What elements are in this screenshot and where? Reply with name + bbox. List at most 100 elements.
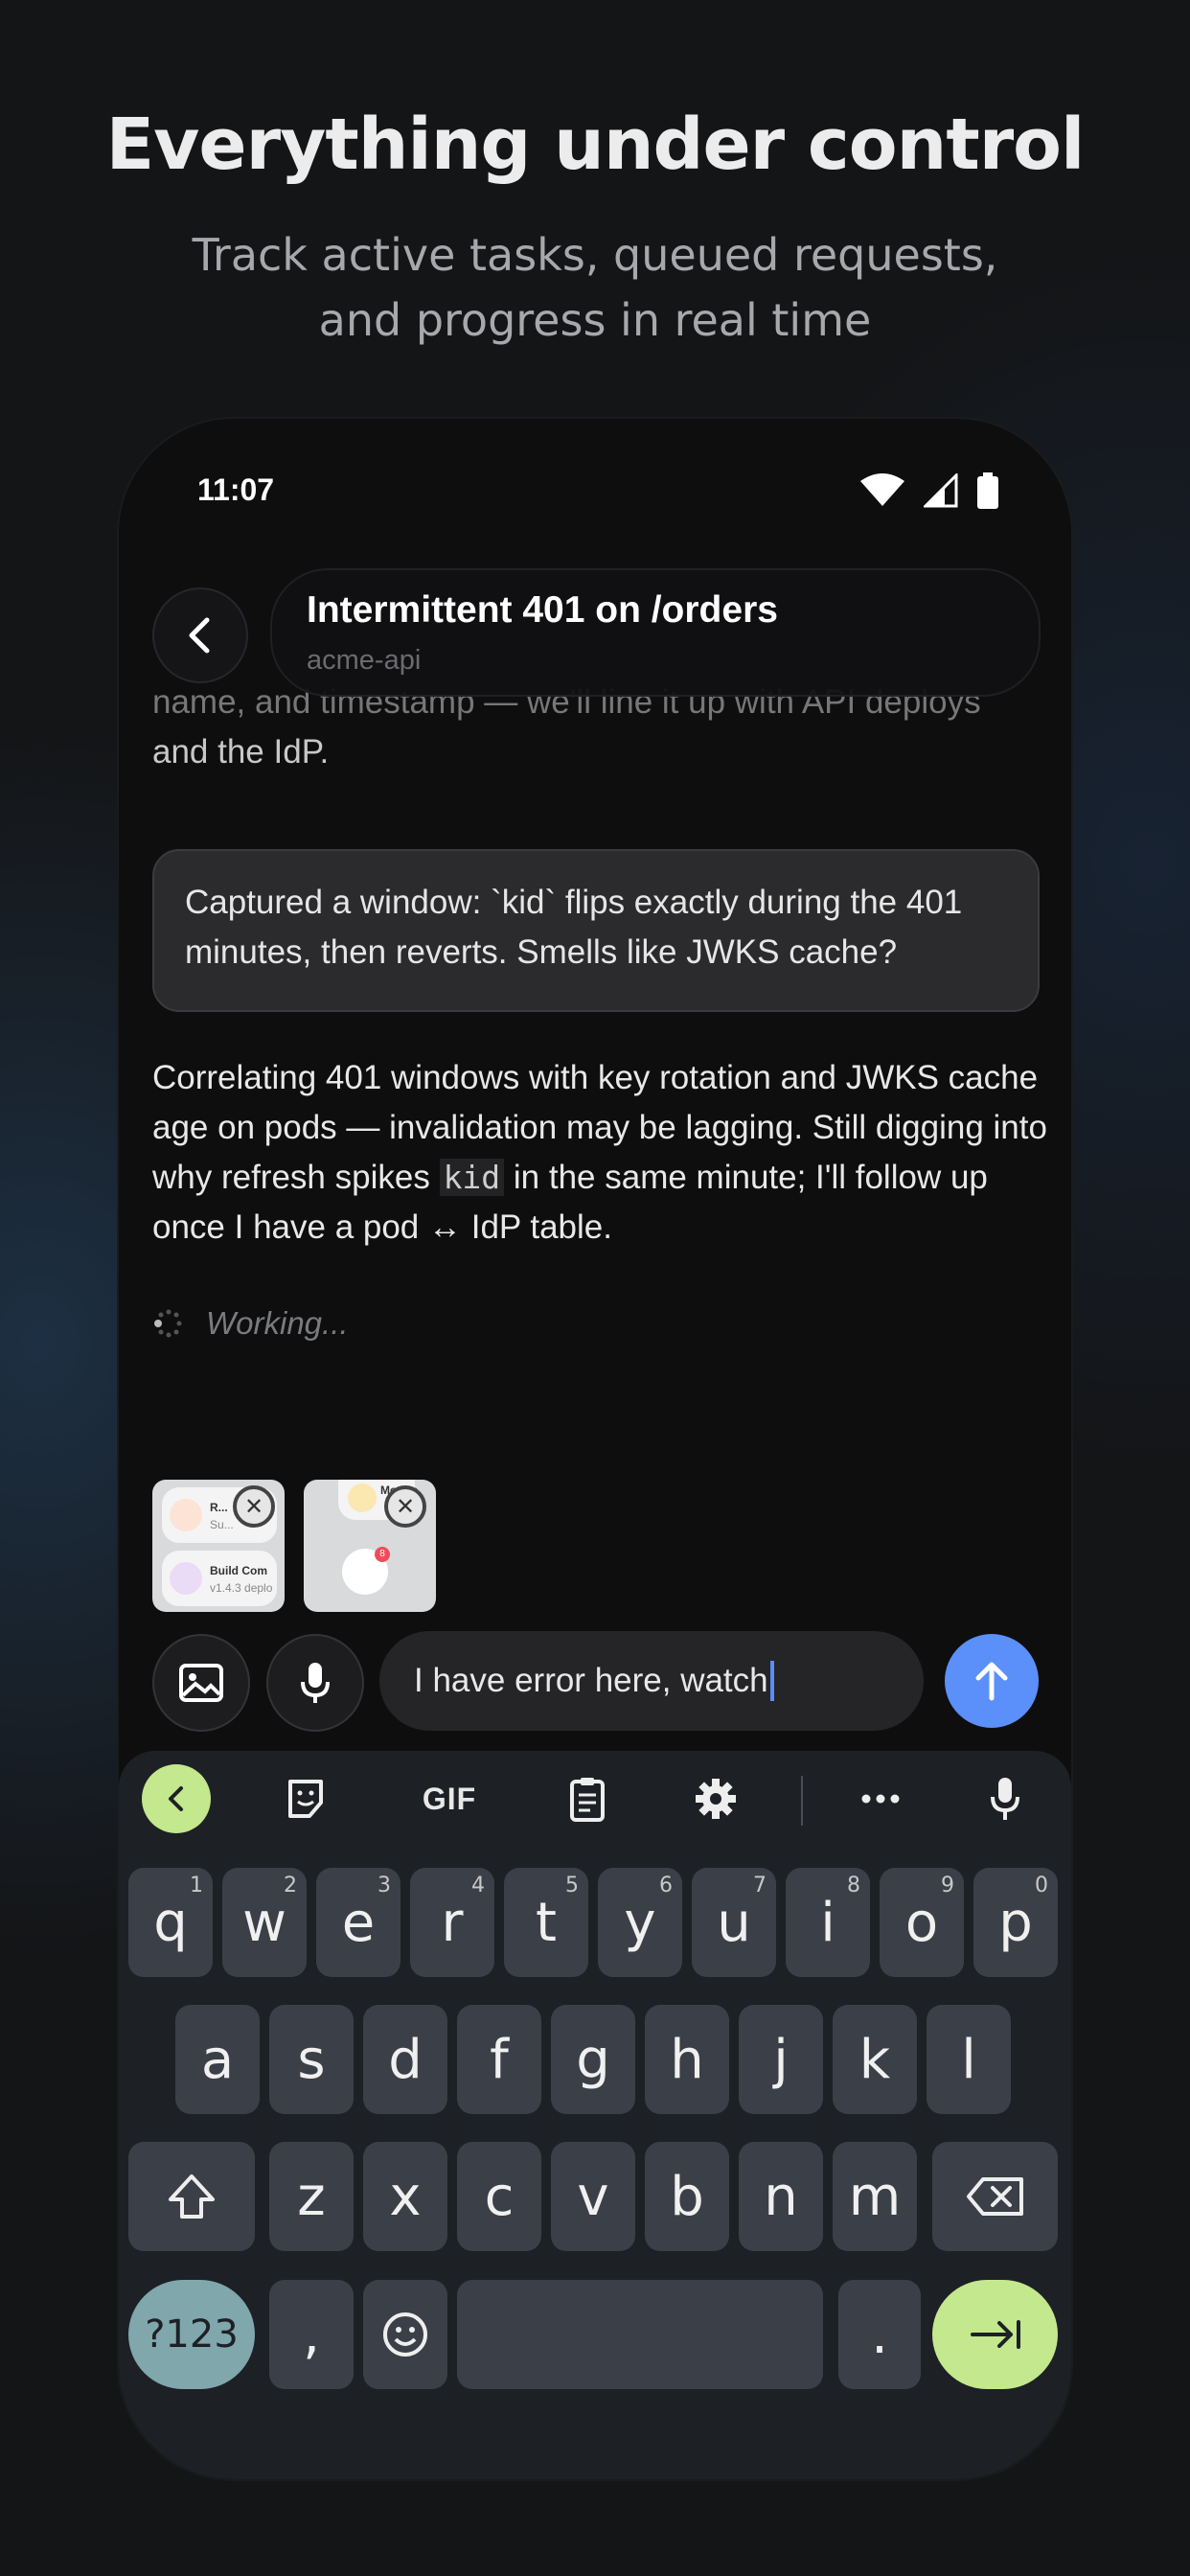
working-label: Working... bbox=[206, 1305, 349, 1341]
signal-icon bbox=[924, 473, 958, 508]
key[interactable]: l bbox=[927, 2005, 1011, 2114]
key[interactable]: z bbox=[269, 2142, 354, 2251]
gear-icon bbox=[696, 1779, 736, 1819]
key[interactable]: t5 bbox=[504, 1868, 588, 1977]
key[interactable]: y6 bbox=[598, 1868, 682, 1977]
key[interactable]: e3 bbox=[316, 1868, 400, 1977]
keyboard-voice-button[interactable] bbox=[972, 1770, 1039, 1828]
key-icon bbox=[348, 1484, 377, 1512]
settings-button[interactable] bbox=[682, 1770, 749, 1828]
keyboard-toolbar: GIF bbox=[119, 1751, 1071, 1847]
voice-input-button[interactable] bbox=[266, 1634, 364, 1732]
composer: I have error here, watch bbox=[119, 1631, 1071, 1736]
inline-code: kid bbox=[439, 1159, 505, 1196]
key[interactable]: c bbox=[457, 2142, 541, 2251]
key-label: u bbox=[717, 1891, 751, 1954]
key[interactable]: g bbox=[551, 2005, 635, 2114]
sticker-icon bbox=[288, 1780, 323, 1818]
conversation-title: Intermittent 401 on /orders bbox=[307, 589, 778, 631]
space-key[interactable] bbox=[457, 2280, 823, 2389]
promo-headline: Everything under control bbox=[105, 104, 1086, 186]
message-input[interactable]: I have error here, watch bbox=[379, 1631, 924, 1731]
user-message-bubble: Captured a window: `kid` flips exactly d… bbox=[152, 849, 1040, 1012]
thumbnail-card-sub: Su... bbox=[210, 1518, 234, 1531]
key[interactable]: x bbox=[363, 2142, 447, 2251]
remove-attachment-button[interactable]: ✕ bbox=[384, 1485, 426, 1528]
key-hint: 7 bbox=[753, 1874, 767, 1898]
key-label: t bbox=[536, 1891, 557, 1954]
attach-image-button[interactable] bbox=[152, 1634, 250, 1732]
working-indicator: Working... bbox=[152, 1305, 349, 1342]
key[interactable]: n bbox=[739, 2142, 823, 2251]
emoji-key[interactable] bbox=[363, 2280, 447, 2389]
shift-icon bbox=[169, 2174, 215, 2219]
key[interactable]: f bbox=[457, 2005, 541, 2114]
key-hint: 1 bbox=[190, 1874, 203, 1898]
key[interactable]: s bbox=[269, 2005, 354, 2114]
key[interactable]: i8 bbox=[786, 1868, 870, 1977]
key[interactable]: d bbox=[363, 2005, 447, 2114]
attachment-thumbnail[interactable]: R... Su... Build Com v1.4.3 deplo ✕ bbox=[152, 1480, 285, 1612]
backspace-icon bbox=[966, 2177, 1023, 2216]
conversation-header[interactable]: Intermittent 401 on /orders acme-api bbox=[270, 568, 1041, 697]
key-hint: 0 bbox=[1035, 1874, 1048, 1898]
more-options-button[interactable] bbox=[847, 1770, 914, 1828]
back-button[interactable] bbox=[152, 587, 248, 683]
previous-message-line: and the IdP. bbox=[152, 733, 330, 770]
bell-icon: 8 bbox=[342, 1547, 390, 1595]
symbols-key[interactable]: ?123 bbox=[128, 2280, 255, 2389]
more-horizontal-icon bbox=[861, 1794, 900, 1804]
shift-key[interactable] bbox=[128, 2142, 255, 2251]
key[interactable]: a bbox=[175, 2005, 260, 2114]
clipboard-button[interactable] bbox=[554, 1770, 621, 1828]
subhead-line-2: and progress in real time bbox=[318, 294, 872, 346]
comma-key[interactable]: , bbox=[269, 2280, 354, 2389]
attachment-thumbnail[interactable]: Monito 8 ✕ bbox=[304, 1480, 436, 1612]
chevron-left-icon bbox=[189, 617, 210, 654]
key[interactable]: q1 bbox=[128, 1868, 213, 1977]
keyboard-collapse-button[interactable] bbox=[142, 1764, 211, 1833]
key-hint: 3 bbox=[378, 1874, 391, 1898]
key[interactable]: j bbox=[739, 2005, 823, 2114]
enter-key[interactable] bbox=[932, 2280, 1058, 2389]
backspace-key[interactable] bbox=[932, 2142, 1058, 2251]
key[interactable]: k bbox=[833, 2005, 917, 2114]
subhead-line-1: Track active tasks, queued requests, bbox=[192, 229, 998, 281]
key-label: e bbox=[341, 1891, 376, 1954]
spinner-icon bbox=[154, 1309, 182, 1338]
status-time: 11:07 bbox=[197, 472, 275, 507]
arrow-up-icon bbox=[975, 1662, 1008, 1701]
thumbnail-card-title: R... bbox=[210, 1501, 228, 1514]
thumbnail-card-sub: v1.4.3 deplo bbox=[210, 1581, 273, 1595]
key[interactable]: w2 bbox=[222, 1868, 307, 1977]
battery-icon bbox=[977, 472, 998, 509]
key-hint: 5 bbox=[565, 1874, 579, 1898]
microphone-icon bbox=[301, 1663, 330, 1703]
key-label: y bbox=[624, 1891, 656, 1954]
clipboard-icon bbox=[570, 1778, 605, 1822]
key[interactable]: h bbox=[645, 2005, 729, 2114]
keyboard: GIF q 1 w 2 e 3 r 4 t 5 y 6 u 7 i 8 o 9 … bbox=[119, 1751, 1071, 2479]
key-label: p bbox=[998, 1891, 1033, 1954]
key-label: i bbox=[820, 1891, 835, 1954]
image-icon bbox=[179, 1664, 223, 1702]
phone-frame: 11:07 name, and timestamp — we'll line i… bbox=[119, 419, 1071, 2479]
period-key[interactable]: . bbox=[838, 2280, 921, 2389]
send-button[interactable] bbox=[945, 1634, 1039, 1728]
key[interactable]: v bbox=[551, 2142, 635, 2251]
thumbnail-card-title: Build Com bbox=[210, 1564, 267, 1577]
remove-attachment-button[interactable]: ✕ bbox=[233, 1485, 275, 1528]
gif-button[interactable]: GIF bbox=[406, 1770, 492, 1828]
key[interactable]: p0 bbox=[973, 1868, 1058, 1977]
key[interactable]: m bbox=[833, 2142, 917, 2251]
thumbnail-card: Build Com v1.4.3 deplo bbox=[162, 1551, 277, 1606]
sticker-button[interactable] bbox=[272, 1770, 339, 1828]
key-label: r bbox=[441, 1891, 464, 1954]
key[interactable]: r4 bbox=[410, 1868, 494, 1977]
promo-subhead: Track active tasks, queued requests, and… bbox=[164, 222, 1026, 353]
status-icons bbox=[860, 472, 998, 509]
key-hint: 4 bbox=[471, 1874, 485, 1898]
key[interactable]: o9 bbox=[880, 1868, 964, 1977]
key[interactable]: u7 bbox=[692, 1868, 776, 1977]
key[interactable]: b bbox=[645, 2142, 729, 2251]
